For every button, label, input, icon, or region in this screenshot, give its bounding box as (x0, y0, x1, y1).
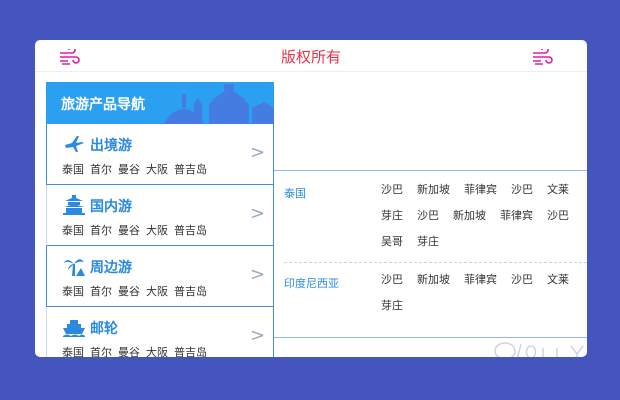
destination-link[interactable]: 菲律宾 (500, 203, 533, 229)
destination-link[interactable]: 文莱 (547, 177, 569, 203)
destination-link[interactable]: 沙巴 (511, 177, 533, 203)
palm-tree-icon (64, 259, 85, 276)
submenu-content: 泰国 沙巴 新加坡 菲律宾 沙巴 文莱芽庄 沙巴 新加坡 菲律宾 沙巴吴哥 芽庄 印度尼西亚 沙巴… (274, 170, 587, 338)
destination-link[interactable]: 新加坡 (417, 267, 450, 293)
row-label[interactable]: 泰国 (284, 185, 306, 201)
city-link[interactable]: 大阪 (146, 224, 168, 237)
category-outbound[interactable]: 出境游 > 泰国 首尔 曼谷 大阪 普吉岛 (46, 124, 274, 185)
destination-link[interactable]: 沙巴 (417, 203, 439, 229)
panel-title: 旅游产品导航 (61, 97, 145, 113)
destination-link[interactable]: 芽庄 (417, 229, 439, 255)
destination-link[interactable]: 沙巴 (381, 267, 403, 293)
category-name: 邮轮 (90, 321, 118, 337)
city-link[interactable]: 泰国 (62, 224, 84, 237)
city-list: 泰国 首尔 曼谷 大阪 普吉岛 (62, 161, 213, 177)
main-card: 版权所有 旅游产品导航 出境游 > 泰国 首尔 曼谷 大阪 普吉岛 国内游 > … (35, 40, 587, 357)
row-label[interactable]: 印度尼西亚 (284, 275, 339, 291)
destination-link[interactable]: 菲律宾 (464, 177, 497, 203)
category-domestic[interactable]: 国内游 > 泰国 首尔 曼谷 大阪 普吉岛 (46, 185, 274, 246)
destination-link[interactable]: 沙巴 (511, 267, 533, 293)
city-link[interactable]: 曼谷 (118, 285, 140, 298)
chevron-right-icon: > (250, 264, 266, 285)
cruise-ship-icon (63, 320, 85, 337)
city-link[interactable]: 首尔 (90, 346, 112, 357)
destination-link[interactable]: 沙巴 (547, 203, 569, 229)
city-link[interactable]: 普吉岛 (174, 285, 207, 298)
panel-header: 旅游产品导航 (46, 82, 274, 124)
destination-link[interactable]: 芽庄 (381, 203, 403, 229)
city-link[interactable]: 大阪 (146, 163, 168, 176)
destination-link[interactable]: 吴哥 (381, 229, 403, 255)
destination-link[interactable]: 文莱 (547, 267, 569, 293)
destination-link[interactable]: 菲律宾 (464, 267, 497, 293)
destination-list: 沙巴 新加坡 菲律宾 沙巴 文莱芽庄 (381, 267, 587, 319)
landmarks-decoration-icon (164, 84, 274, 124)
nav-panel: 旅游产品导航 出境游 > 泰国 首尔 曼谷 大阪 普吉岛 国内游 > 泰国 首尔… (46, 82, 274, 357)
city-link[interactable]: 首尔 (90, 224, 112, 237)
destination-link[interactable]: 新加坡 (417, 177, 450, 203)
category-name: 周边游 (90, 260, 132, 276)
city-list: 泰国 首尔 曼谷 大阪 普吉岛 (62, 283, 213, 299)
chevron-right-icon: > (250, 325, 266, 346)
page-title: 版权所有 (280, 48, 341, 66)
destination-link[interactable]: 芽庄 (381, 293, 403, 319)
row-divider (284, 262, 587, 263)
city-link[interactable]: 曼谷 (118, 224, 140, 237)
city-list: 泰国 首尔 曼谷 大阪 普吉岛 (62, 222, 213, 238)
chevron-right-icon: > (250, 142, 266, 163)
city-link[interactable]: 大阪 (146, 285, 168, 298)
city-link[interactable]: 普吉岛 (174, 346, 207, 357)
top-bar: 版权所有 (35, 40, 587, 72)
destination-link[interactable]: 沙巴 (381, 177, 403, 203)
city-link[interactable]: 泰国 (62, 346, 84, 357)
category-nearby[interactable]: 周边游 > 泰国 首尔 曼谷 大阪 普吉岛 (46, 246, 274, 307)
city-link[interactable]: 曼谷 (118, 346, 140, 357)
city-link[interactable]: 泰国 (62, 163, 84, 176)
city-link[interactable]: 普吉岛 (174, 163, 207, 176)
city-link[interactable]: 曼谷 (118, 163, 140, 176)
city-link[interactable]: 泰国 (62, 285, 84, 298)
city-link[interactable]: 首尔 (90, 163, 112, 176)
destination-link[interactable]: 新加坡 (453, 203, 486, 229)
category-cruise[interactable]: 邮轮 > 泰国 首尔 曼谷 大阪 普吉岛 (46, 307, 274, 357)
city-link[interactable]: 大阪 (146, 346, 168, 357)
city-link[interactable]: 首尔 (90, 285, 112, 298)
category-name: 出境游 (90, 138, 132, 154)
watermark-logo-icon (494, 342, 584, 357)
city-link[interactable]: 普吉岛 (174, 224, 207, 237)
destination-list: 沙巴 新加坡 菲律宾 沙巴 文莱芽庄 沙巴 新加坡 菲律宾 沙巴吴哥 芽庄 (381, 177, 587, 255)
chevron-right-icon: > (250, 203, 266, 224)
airplane-icon (65, 136, 84, 152)
category-name: 国内游 (90, 199, 132, 215)
wind-icon (533, 49, 553, 65)
city-list: 泰国 首尔 曼谷 大阪 普吉岛 (62, 344, 213, 357)
temple-icon (63, 195, 85, 215)
